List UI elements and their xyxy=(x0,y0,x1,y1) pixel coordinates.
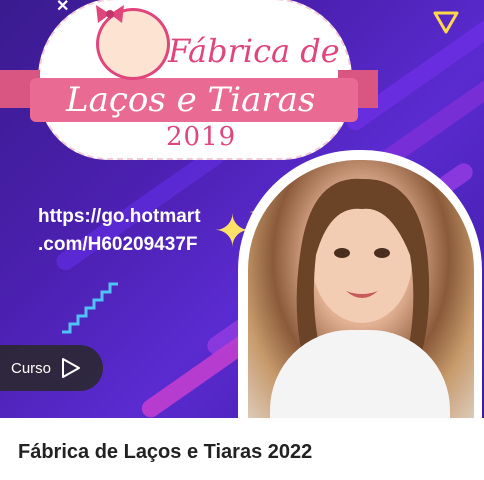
ad-card[interactable]: ✕ Fábrica de Laços e Tiaras 2019 https:/… xyxy=(0,0,484,480)
curso-button[interactable]: Curso xyxy=(0,345,103,391)
promo-url-line1: https://go.hotmart xyxy=(38,206,201,227)
course-title[interactable]: Fábrica de Laços e Tiaras 2022 xyxy=(18,441,312,464)
bow-icon xyxy=(96,5,124,23)
play-triangle-icon xyxy=(62,358,81,378)
logo-title-line1: Fábrica de xyxy=(168,32,340,70)
ad-choices-icon[interactable] xyxy=(432,10,460,36)
promo-url-line2: .com/H60209437F xyxy=(38,234,198,255)
logo-title-line2: Laços e Tiaras xyxy=(66,80,316,120)
stairs-decor-icon xyxy=(62,282,118,334)
curso-button-label: Curso xyxy=(11,359,52,377)
close-icon[interactable]: ✕ xyxy=(56,0,69,16)
logo-year: 2019 xyxy=(166,122,237,152)
promo-url-text: https://go.hotmart .com/H60209437F xyxy=(38,203,201,259)
